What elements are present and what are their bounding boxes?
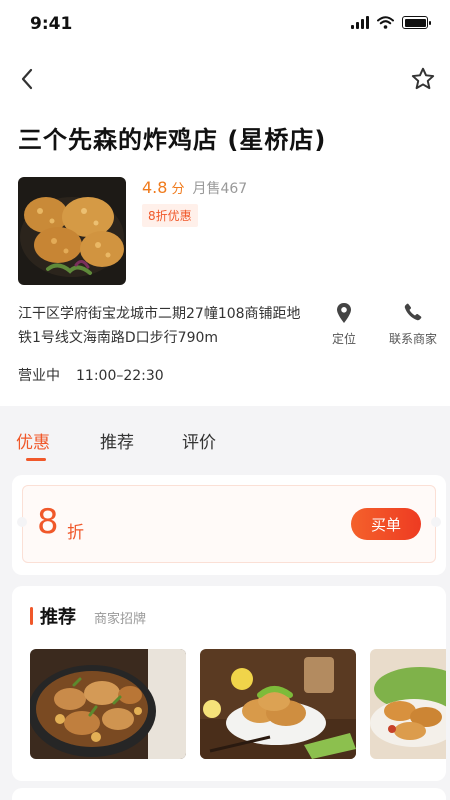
locate-label: 定位 [331, 332, 356, 346]
active-tab-indicator [26, 458, 46, 461]
wifi-icon [377, 16, 394, 29]
recommend-subtitle: 商家招牌 [94, 612, 147, 627]
recommend-title: 推荐 [40, 607, 76, 628]
rating-unit: 分 [171, 182, 185, 197]
buy-button[interactable]: 买单 [351, 508, 421, 540]
coupon-notch-right [431, 517, 441, 527]
rating-row: 4.8 分 月售467 [142, 178, 247, 198]
hours-range: 11:00–22:30 [76, 368, 164, 384]
discount-card: 8 折 买单 [12, 475, 446, 575]
recommend-card: 推荐 商家招牌 [12, 586, 446, 781]
star-outline-icon [411, 67, 435, 90]
store-photo[interactable] [18, 177, 126, 285]
contact-merchant-button[interactable]: 联系商家 [383, 302, 443, 347]
dish-image[interactable] [200, 649, 356, 759]
tab-bar: 优惠 推荐 评价 [0, 406, 450, 466]
locate-button[interactable]: 定位 [314, 302, 374, 347]
dish-image[interactable] [370, 649, 446, 759]
tab-discount[interactable]: 优惠 [16, 428, 50, 453]
back-button[interactable] [12, 64, 42, 94]
signal-icon [351, 16, 369, 29]
status-bar: 9:41 [0, 0, 450, 48]
favorite-button[interactable] [408, 64, 438, 94]
monthly-sales: 月售467 [192, 181, 248, 197]
store-title: 三个先森的炸鸡店 (星桥店) [18, 126, 327, 154]
next-section-card [12, 788, 446, 800]
business-status: 营业中 [18, 368, 60, 384]
rating-value: 4.8 [142, 178, 168, 197]
nav-bar [0, 60, 450, 100]
discount-value: 8 [37, 502, 59, 542]
tab-recommend[interactable]: 推荐 [100, 428, 134, 453]
status-time: 9:41 [30, 14, 73, 34]
battery-icon [402, 16, 431, 29]
discount-tag: 8折优惠 [142, 204, 198, 227]
chevron-left-icon [21, 68, 33, 90]
dish-image[interactable] [30, 649, 186, 759]
discount-coupon: 8 折 买单 [22, 485, 436, 563]
contact-label: 联系商家 [388, 332, 437, 346]
status-icons [351, 16, 431, 29]
tab-reviews[interactable]: 评价 [182, 428, 216, 453]
map-pin-icon [314, 302, 374, 324]
discount-unit: 折 [67, 523, 84, 543]
business-hours: 营业中 11:00–22:30 [18, 365, 164, 385]
phone-icon [383, 302, 443, 324]
coupon-notch-left [17, 517, 27, 527]
section-accent-bar [30, 607, 33, 625]
store-address: 江干区学府街宝龙城市二期27幢108商铺距地铁1号线文海南路D口步行790m [18, 306, 301, 346]
